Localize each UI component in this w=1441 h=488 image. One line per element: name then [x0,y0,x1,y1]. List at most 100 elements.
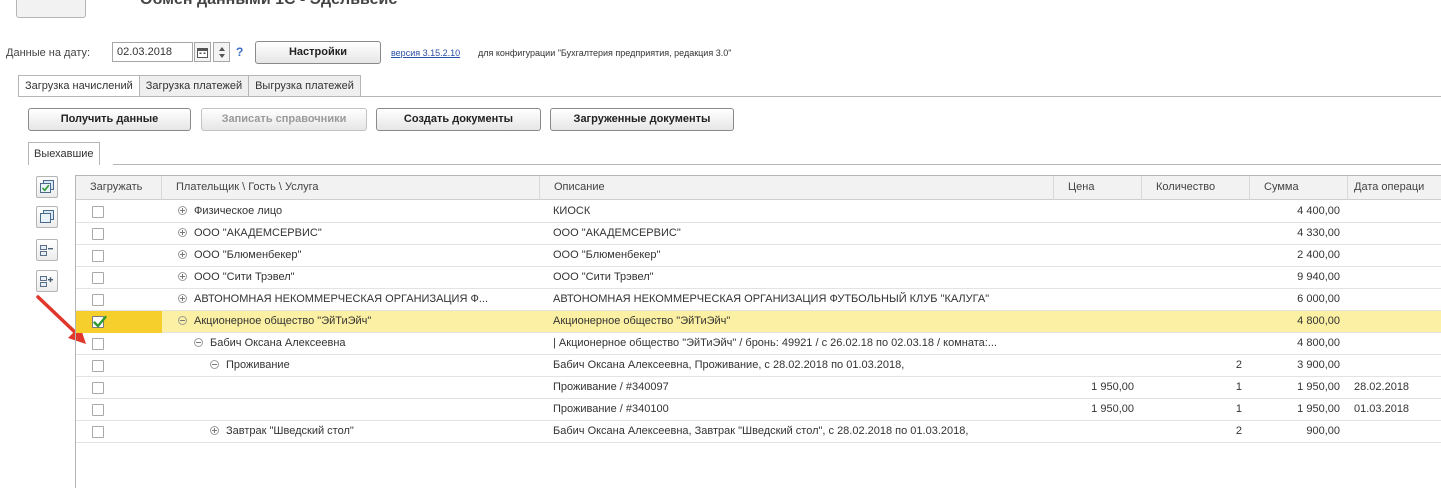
load-checkbox[interactable] [92,404,104,416]
quantity-cell [1142,223,1250,245]
tab-load-charges[interactable]: Загрузка начислений [18,75,140,97]
description-cell: Бабич Оксана Алексеевна, Завтрак "Шведск… [553,425,969,437]
load-checkbox[interactable] [92,315,107,328]
table-row[interactable]: Завтрак "Шведский стол" Бабич Оксана Алек… [76,421,1441,443]
date-settings-row: Данные на дату: 02.03.2018 ? Настройки в… [0,40,1441,66]
sub-tabs-divider [113,164,1441,165]
tab-load-payments[interactable]: Загрузка платежей [139,75,250,97]
table-row[interactable]: Бабич Оксана Алексеевна | Акционерное общ… [76,333,1441,355]
sum-cell: 4 400,00 [1297,205,1340,217]
col-header-payer[interactable]: Плательщик \ Гость \ Услуга [162,176,540,200]
payer-cell: Бабич Оксана Алексеевна [194,333,534,355]
expand-icon[interactable] [178,272,187,281]
table-row[interactable]: ООО "Сити Трэвел" ООО "Сити Трэвел" 9 940,… [76,267,1441,289]
price-cell [1054,421,1142,443]
create-documents-button[interactable]: Создать документы [376,108,541,131]
load-checkbox[interactable] [92,338,104,350]
settings-button[interactable]: Настройки [255,41,381,64]
table-row[interactable]: Физическое лицо КИОСК 4 400,00 [76,201,1441,223]
tab-export-payments[interactable]: Выгрузка платежей [249,75,361,97]
description-cell: ООО "АКАДЕМСЕРВИС" [553,227,681,239]
version-link[interactable]: версия 3.15.2.10 [391,48,460,58]
quantity-cell: 1 [1235,403,1242,415]
table-header: Загружать Плательщик \ Гость \ Услуга Оп… [76,176,1441,200]
payer-text: ООО "Сити Трэвел" [194,271,295,283]
description-cell: ООО "Сити Трэвел" [553,271,654,283]
quantity-cell: 2 [1235,359,1242,371]
charges-table: Загружать Плательщик \ Гость \ Услуга Оп… [75,175,1441,488]
table-row[interactable]: ООО "АКАДЕМСЕРВИС" ООО "АКАДЕМСЕРВИС" 4 33… [76,223,1441,245]
date-cell [1354,355,1441,377]
back-button[interactable] [16,0,86,18]
load-checkbox[interactable] [92,206,104,218]
col-header-quantity[interactable]: Количество [1142,176,1250,200]
load-checkbox-cell [76,377,162,399]
payer-cell: Проживание [210,355,534,377]
calendar-icon[interactable] [194,42,211,62]
description-cell: | Акционерное общество "ЭйТиЭйч" / бронь… [553,337,997,349]
expand-icon[interactable] [178,228,187,237]
price-cell [1054,289,1142,311]
write-references-button[interactable]: Записать справочники [201,108,367,131]
payer-text: Завтрак "Шведский стол" [226,425,354,437]
date-cell [1354,289,1441,311]
help-link[interactable]: ? [236,45,243,59]
description-cell: Бабич Оксана Алексеевна, Проживание, с 2… [553,359,905,371]
payer-text: ООО "Блюменбекер" [194,249,302,261]
load-checkbox[interactable] [92,228,104,240]
loaded-documents-button[interactable]: Загруженные документы [550,108,734,131]
price-cell [1054,355,1142,377]
get-data-button[interactable]: Получить данные [28,108,191,131]
load-checkbox-cell [76,267,162,289]
load-checkbox[interactable] [92,272,104,284]
table-row[interactable]: АВТОНОМНАЯ НЕКОММЕРЧЕСКАЯ ОРГАНИЗАЦИЯ Ф.… [76,289,1441,311]
price-cell [1054,223,1142,245]
uncheck-all-icon[interactable] [36,206,58,228]
load-checkbox[interactable] [92,360,104,372]
tab-checked-out[interactable]: Выехавшие [28,142,100,165]
date-label: Данные на дату: [6,47,91,59]
load-checkbox[interactable] [92,250,104,262]
expand-icon[interactable] [178,294,187,303]
table-row[interactable]: Проживание Бабич Оксана Алексеевна, Прожи… [76,355,1441,377]
date-spinner[interactable] [213,42,230,62]
price-cell [1054,201,1142,223]
quantity-cell: 2 [1235,425,1242,437]
table-row[interactable]: ООО "Блюменбекер" ООО "Блюменбекер" 2 400,… [76,245,1441,267]
date-cell [1354,245,1441,267]
date-cell [1354,311,1441,333]
load-checkbox-cell [76,355,162,377]
sum-cell: 6 000,00 [1297,293,1340,305]
date-cell [1354,421,1441,443]
payer-cell [226,377,534,399]
expand-tree-icon[interactable] [36,270,58,292]
window-title: Обмен данными 1С - Эдельвейс [140,0,397,9]
sum-cell: 4 800,00 [1297,337,1340,349]
table-row[interactable]: Акционерное общество "ЭйТиЭйч" Акционерно… [76,311,1441,333]
load-checkbox[interactable] [92,426,104,438]
date-input[interactable]: 02.03.2018 [112,42,193,62]
col-header-price[interactable]: Цена [1054,176,1142,200]
collapse-icon[interactable] [210,360,219,369]
chevron-down-icon[interactable] [219,54,225,58]
col-header-sum[interactable]: Сумма [1250,176,1348,200]
expand-icon[interactable] [178,206,187,215]
expand-icon[interactable] [178,250,187,259]
load-checkbox[interactable] [92,382,104,394]
table-row[interactable]: Проживание / #340097 1 950,00 1 1 950,00 28.… [76,377,1441,399]
expand-icon[interactable] [210,426,219,435]
price-cell [1054,267,1142,289]
collapse-icon[interactable] [194,338,203,347]
collapse-tree-icon[interactable] [36,239,58,261]
description-cell: КИОСК [553,205,591,217]
collapse-icon[interactable] [178,316,187,325]
payer-cell: Завтрак "Шведский стол" [210,421,534,443]
table-row[interactable]: Проживание / #340100 1 950,00 1 1 950,00 01.… [76,399,1441,421]
check-all-icon[interactable] [36,176,58,198]
price-cell [1054,333,1142,355]
chevron-up-icon[interactable] [219,47,225,51]
col-header-description[interactable]: Описание [540,176,1054,200]
load-checkbox[interactable] [92,294,104,306]
col-header-date[interactable]: Дата операци [1348,176,1441,200]
col-header-load[interactable]: Загружать [76,176,162,200]
